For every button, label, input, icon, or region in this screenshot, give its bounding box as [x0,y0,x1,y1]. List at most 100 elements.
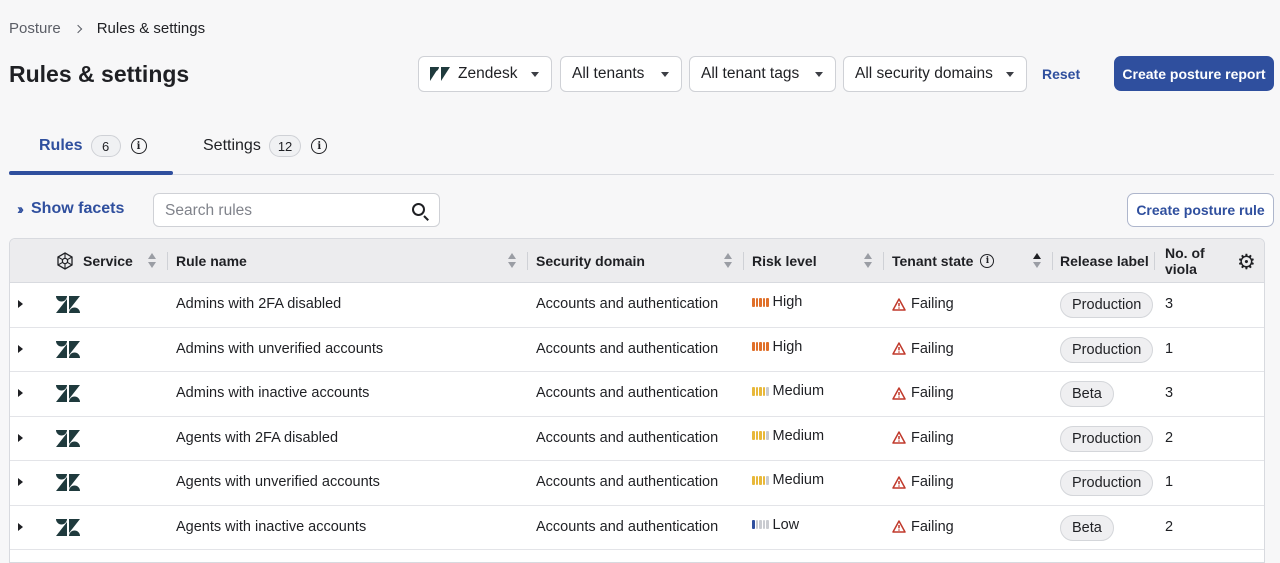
rule-name-cell[interactable]: Agents with 2FA disabled [176,430,338,446]
caret-down-icon [661,72,669,77]
double-chevron-right-icon: ›› [17,200,24,218]
expand-row-icon[interactable] [18,344,23,353]
table-row[interactable]: Agents with inactive accounts Accounts an… [10,506,1264,550]
column-header-service[interactable]: Service [56,239,168,283]
column-header-tenant-state[interactable]: Tenant state i [892,239,1053,283]
show-facets-button[interactable]: ›› Show facets [17,200,124,218]
info-icon[interactable]: i [311,138,328,154]
risk-level-icon [752,386,770,396]
column-label: Rule name [176,253,247,269]
warning-icon [892,431,906,444]
sort-icon[interactable] [147,252,157,270]
risk-level-cell: Medium [752,383,824,399]
zendesk-logo-icon [56,296,80,313]
zendesk-logo-icon [56,429,80,447]
risk-level-label: High [772,338,803,355]
tenants-filter-dropdown[interactable]: All tenants [560,56,682,92]
column-divider[interactable] [1052,252,1053,270]
table-row[interactable]: Admins with unverified accounts Accounts … [10,328,1264,372]
sort-ascending-icon[interactable] [1032,252,1042,270]
create-posture-report-button[interactable]: Create posture report [1114,56,1274,91]
search-icon[interactable] [412,203,425,216]
reset-filters-link[interactable]: Reset [1042,66,1080,82]
risk-level-icon [752,297,770,307]
risk-bar [766,386,769,396]
risk-bar [762,475,765,485]
table-row[interactable]: Admins with inactive accounts Accounts an… [10,372,1264,417]
risk-level-label: Low [772,516,800,533]
risk-bar [752,342,755,351]
security-domain-cell: Accounts and authentication [536,518,719,535]
column-header-violations[interactable]: No. of viola [1165,239,1233,283]
table-row[interactable]: Agents with 2FA disabled Accounts and aut… [10,417,1264,461]
rule-name-cell[interactable]: Agents with unverified accounts [176,474,380,490]
table-row[interactable]: Admins with 2FA disabled Accounts and aut… [10,283,1264,328]
expand-row-icon[interactable] [18,433,23,442]
violations-count-cell: 3 [1165,296,1174,312]
sort-icon[interactable] [723,252,733,270]
risk-bar [752,431,755,440]
rule-name-cell[interactable]: Admins with unverified accounts [176,341,383,357]
gear-icon[interactable]: ⚙ [1237,252,1257,273]
rule-name-cell[interactable]: Admins with 2FA disabled [176,296,341,312]
search-rules-input[interactable] [165,201,395,221]
security-domains-filter-dropdown[interactable]: All security domains [843,56,1027,92]
tab-rules[interactable]: Rules 6 i [9,120,173,175]
risk-level-label: Medium [772,427,825,444]
warning-icon [892,475,906,489]
risk-bar [759,431,762,440]
sort-icon[interactable] [863,252,873,270]
create-posture-rule-button[interactable]: Create posture rule [1127,193,1274,227]
warning-icon [892,520,906,533]
expand-row-icon[interactable] [18,522,23,531]
tab-settings[interactable]: Settings 12 i [203,120,328,172]
column-divider[interactable] [167,252,168,270]
sort-icon[interactable] [507,252,517,270]
column-divider[interactable] [527,252,528,270]
zendesk-logo-icon [56,340,80,358]
violations-count-cell: 2 [1165,518,1174,535]
rule-name-cell[interactable]: Agents with inactive accounts [176,519,366,535]
service-filter-dropdown[interactable]: Zendesk [418,56,552,92]
risk-bar [766,431,769,440]
risk-bar [759,342,762,351]
risk-level-cell: Low [752,517,799,533]
expand-row-icon[interactable] [18,478,23,486]
risk-bar [759,475,762,485]
risk-bar [755,520,758,529]
risk-bar [762,520,765,529]
table-row[interactable]: Agents with unverified accounts Accounts … [10,461,1264,506]
risk-bar [762,386,765,396]
breadcrumb: Posture Rules & settings [9,20,205,37]
tab-rules-count-badge: 6 [90,135,121,157]
risk-level-icon [752,520,770,529]
expand-row-icon[interactable] [18,300,23,308]
rule-name-cell[interactable]: Admins with inactive accounts [176,385,369,401]
rules-table: Service Rule name Security domain Risk l… [9,238,1265,563]
column-divider[interactable] [743,252,744,270]
info-icon[interactable]: i [130,138,147,154]
domains-filter-value: All security domains [855,65,993,82]
breadcrumb-posture-link[interactable]: Posture [9,20,61,37]
risk-bar [752,386,755,396]
release-label-badge: Production [1060,292,1154,318]
tags-filter-value: All tenant tags [701,65,800,82]
expand-row-icon[interactable] [18,389,23,397]
zendesk-logo-icon [56,518,80,536]
tenant-tags-filter-dropdown[interactable]: All tenant tags [689,56,836,92]
risk-level-icon [752,475,770,485]
risk-bar [759,386,762,396]
tab-settings-label: Settings [203,137,261,154]
column-header-risk-level[interactable]: Risk level [752,239,884,283]
info-icon[interactable]: i [980,254,995,268]
column-header-security-domain[interactable]: Security domain [536,239,744,283]
column-divider[interactable] [883,252,884,270]
tenant-state-label: Failing [911,340,954,357]
warning-icon [892,386,906,400]
violations-count-cell: 3 [1165,385,1174,401]
risk-bar [755,475,758,485]
column-header-rule-name[interactable]: Rule name [176,239,528,283]
column-header-release-label[interactable]: Release label [1060,239,1155,283]
risk-level-label: Medium [772,383,825,399]
column-divider[interactable] [1154,252,1155,270]
